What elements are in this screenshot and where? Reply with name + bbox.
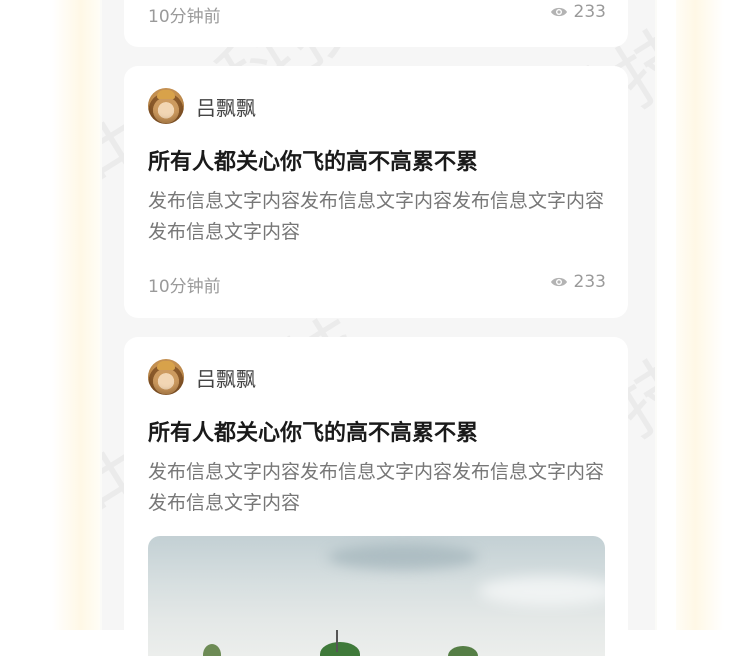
author-name: 吕飘飘 <box>196 95 256 120</box>
eye-icon <box>550 7 567 17</box>
post-card[interactable]: 10分钟前 233 <box>124 0 628 47</box>
author-row[interactable]: 吕飘飘 <box>148 88 256 124</box>
post-title: 所有人都关心你飞的高不高累不累 <box>148 150 479 175</box>
view-count: 233 <box>550 272 606 292</box>
post-image[interactable] <box>148 536 605 656</box>
eye-icon <box>550 277 567 287</box>
side-glow-left <box>52 0 100 630</box>
post-time: 10分钟前 <box>148 7 221 27</box>
post-body: 发布信息文字内容发布信息文字内容发布信息文字内容发布信息文字内容 <box>148 461 605 514</box>
post-body: 发布信息文字内容发布信息文字内容发布信息文字内容发布信息文字内容 <box>148 190 605 243</box>
author-name: 吕飘飘 <box>196 366 256 391</box>
post-title: 所有人都关心你飞的高不高累不累 <box>148 421 479 446</box>
view-count-value: 233 <box>573 2 606 22</box>
avatar[interactable] <box>148 359 184 395</box>
post-time: 10分钟前 <box>148 277 221 297</box>
view-count: 233 <box>550 2 606 22</box>
post-card[interactable]: 吕飘飘 所有人都关心你飞的高不高累不累 发布信息文字内容发布信息文字内容发布信息… <box>124 337 628 657</box>
side-glow-right <box>676 0 724 630</box>
view-count-value: 233 <box>573 272 606 292</box>
avatar[interactable] <box>148 88 184 124</box>
author-row[interactable]: 吕飘飘 <box>148 359 256 395</box>
post-card[interactable]: 吕飘飘 所有人都关心你飞的高不高累不累 发布信息文字内容发布信息文字内容发布信息… <box>124 66 628 318</box>
